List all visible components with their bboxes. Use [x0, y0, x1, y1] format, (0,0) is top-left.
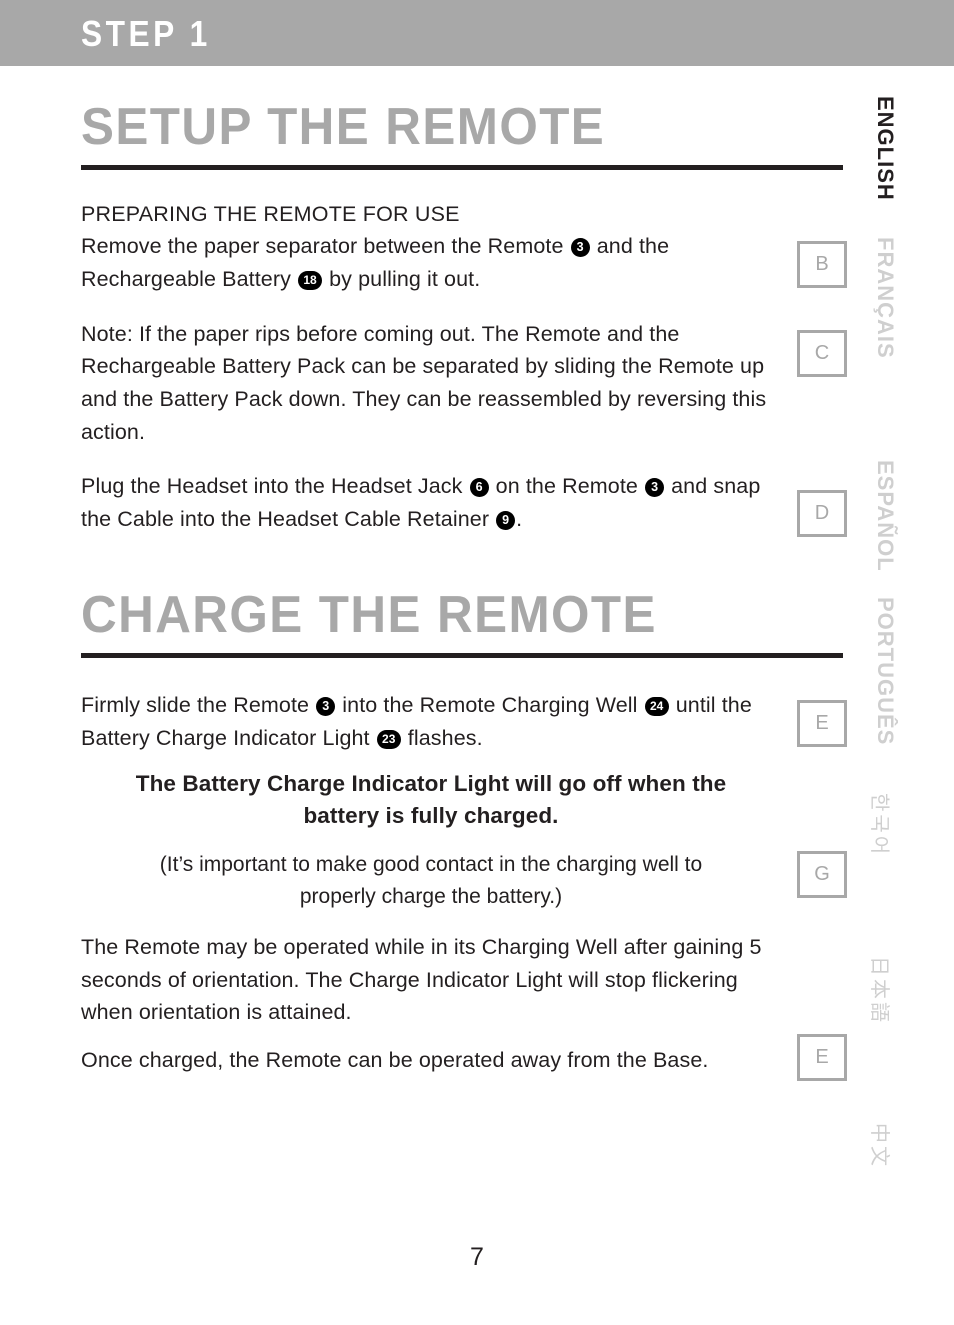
- text-fragment: Remove the paper separator between the R…: [81, 234, 570, 259]
- callout-badge-9: 9: [496, 511, 516, 531]
- language-tab-japanese[interactable]: 日本語: [867, 956, 896, 1025]
- callout-badge-3: 3: [570, 238, 590, 258]
- paragraph-remove-separator: Remove the paper separator between the R…: [81, 230, 781, 295]
- language-tab-portugues[interactable]: PORTUGUÊS: [872, 597, 898, 745]
- language-tab-francais[interactable]: FRANÇAIS: [872, 237, 898, 359]
- reference-box-g[interactable]: G: [797, 851, 847, 898]
- right-rail: B C D E G E ENGLISH FRANÇAIS ESPAÑOL POR…: [790, 0, 954, 1325]
- callout-badge-6: 6: [469, 478, 489, 498]
- reference-box-d[interactable]: D: [797, 490, 847, 537]
- text-fragment: Plug the Headset into the Headset Jack: [81, 474, 469, 499]
- language-tab-chinese[interactable]: 中文: [867, 1123, 896, 1169]
- emphasis-charge-complete: The Battery Charge Indicator Light will …: [135, 771, 727, 829]
- callout-badge-18: 18: [298, 271, 323, 291]
- reference-box-e-2[interactable]: E: [797, 1034, 847, 1081]
- reference-box-b[interactable]: B: [797, 241, 847, 288]
- paragraph-once-charged: Once charged, the Remote can be operated…: [81, 1048, 709, 1073]
- step-label: STEP 1: [81, 13, 211, 54]
- reference-box-e[interactable]: E: [797, 700, 847, 747]
- text-fragment: by pulling it out.: [323, 267, 481, 292]
- main-content: SETUP THE REMOTE PREPARING THE REMOTE FO…: [81, 66, 843, 1077]
- text-fragment: on the Remote: [489, 474, 645, 499]
- text-fragment: .: [516, 507, 523, 532]
- paragraph-note-paper-rips: Note: If the paper rips before coming ou…: [81, 321, 767, 444]
- parenthetical-contact-note: (It’s important to make good contact in …: [159, 853, 703, 908]
- language-tab-espanol[interactable]: ESPAÑOL: [872, 460, 898, 572]
- reference-box-c[interactable]: C: [797, 330, 847, 377]
- callout-badge-3: 3: [316, 696, 336, 716]
- paragraph-plug-headset: Plug the Headset into the Headset Jack 6…: [81, 470, 781, 535]
- subhead-preparing: PREPARING THE REMOTE FOR USE: [81, 202, 460, 227]
- page-number: 7: [470, 1243, 484, 1271]
- paragraph-operate-in-well: The Remote may be operated while in its …: [81, 935, 762, 1025]
- text-fragment: Firmly slide the Remote: [81, 692, 316, 717]
- language-tab-korean[interactable]: 한국어: [867, 793, 896, 857]
- section-title-setup: SETUP THE REMOTE: [81, 98, 606, 156]
- text-fragment: into the Remote Charging Well: [336, 692, 644, 717]
- callout-badge-3: 3: [645, 478, 665, 498]
- paragraph-slide-remote: Firmly slide the Remote 3 into the Remot…: [81, 689, 781, 754]
- text-fragment: flashes.: [401, 725, 483, 750]
- language-tab-english[interactable]: ENGLISH: [872, 96, 898, 201]
- callout-badge-24: 24: [644, 696, 669, 716]
- section-title-charge: CHARGE THE REMOTE: [81, 585, 657, 644]
- callout-badge-23: 23: [376, 729, 401, 749]
